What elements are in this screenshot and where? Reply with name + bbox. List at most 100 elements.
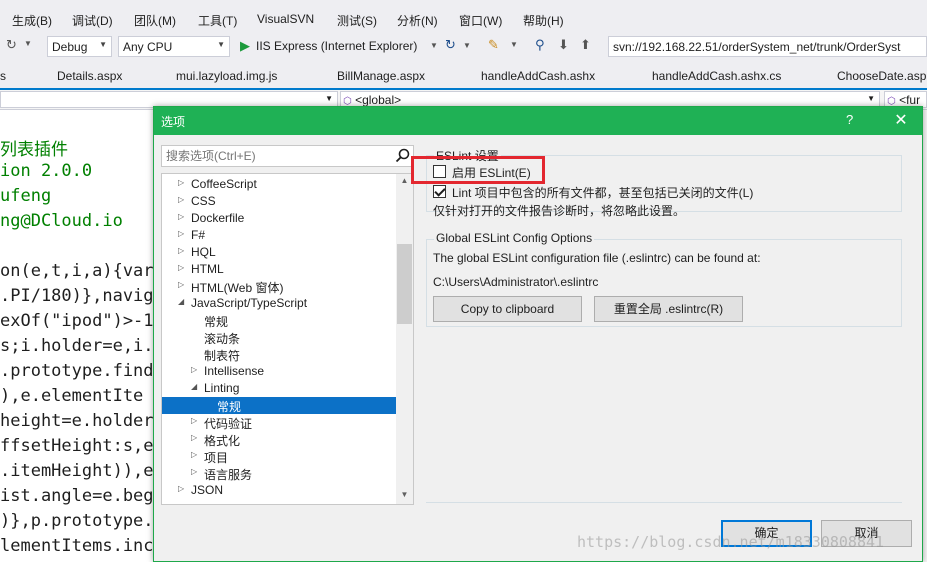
eslintrc-path: C:\Users\Administrator\.eslintrc [433, 275, 599, 289]
tree-scrollbar[interactable]: ▲ ▼ [396, 174, 413, 504]
browser-link-icon[interactable]: ✎ [488, 37, 499, 53]
refresh-dropdown-icon[interactable]: ▼ [463, 41, 471, 50]
expand-arrow-icon[interactable]: ▷ [178, 246, 184, 255]
tree-item-linting-general[interactable]: 常规 [162, 397, 396, 414]
platform-select[interactable]: Any CPU ▼ [118, 36, 230, 57]
menu-help[interactable]: 帮助(H) [523, 12, 564, 29]
redo-dropdown-icon[interactable]: ▼ [24, 39, 32, 48]
tree-item-css[interactable]: ▷ CSS [162, 193, 396, 210]
tree-item-label: 制表符 [204, 349, 241, 363]
code-line: ng@DCloud.io [0, 211, 123, 231]
play-icon[interactable]: ▶ [240, 38, 250, 54]
menu-team[interactable]: 团队(M) [134, 12, 176, 29]
expand-arrow-icon[interactable]: ▷ [178, 280, 184, 289]
svn-url-value: svn://192.168.22.51/orderSystem_net/trun… [613, 40, 901, 54]
tree-item-label: 常规 [217, 400, 242, 414]
help-button[interactable]: ? [846, 112, 853, 127]
tree-item-hql[interactable]: ▷ HQL [162, 244, 396, 261]
find-icon[interactable]: ⚲ [535, 37, 545, 53]
config-select[interactable]: Debug ▼ [47, 36, 112, 57]
expand-arrow-icon[interactable]: ▷ [191, 365, 197, 374]
tree-item-code-validation[interactable]: ▷ 代码验证 [162, 414, 396, 431]
tree-item-intellisense[interactable]: ▷ Intellisense [162, 363, 396, 380]
tab-handleaddcash-cs[interactable]: handleAddCash.ashx.cs [652, 69, 781, 83]
scroll-down-icon[interactable]: ▼ [396, 490, 413, 499]
upload-icon[interactable]: ⬆ [580, 37, 591, 53]
tree-item-javascript-typescript[interactable]: ◢ JavaScript/TypeScript [162, 295, 396, 312]
run-target-button[interactable]: IIS Express (Internet Explorer) [256, 39, 417, 53]
lint-all-files-checkbox[interactable] [433, 185, 446, 198]
tab-mui-lazyload[interactable]: mui.lazyload.img.js [176, 69, 277, 83]
menu-analyze[interactable]: 分析(N) [397, 12, 438, 29]
refresh-icon[interactable]: ↻ [445, 37, 456, 53]
tree-item-project[interactable]: ▷ 项目 [162, 448, 396, 465]
member-value: <fur [899, 93, 921, 107]
run-target-dropdown-icon[interactable]: ▼ [430, 41, 438, 50]
dialog-title: 选项 [161, 115, 186, 129]
search-input[interactable] [162, 146, 390, 166]
tree-item-html-webforms[interactable]: ▷ HTML(Web 窗体) [162, 278, 396, 295]
copy-to-clipboard-button[interactable]: Copy to clipboard [433, 296, 582, 322]
toolbar: ↻ ▼ Debug ▼ Any CPU ▼ ▶ IIS Express (Int… [0, 32, 927, 62]
tree-item-fsharp[interactable]: ▷ F# [162, 227, 396, 244]
scroll-thumb[interactable] [397, 244, 412, 324]
expand-arrow-icon[interactable]: ▷ [191, 450, 197, 459]
code-line: .PI/180)},navig [0, 286, 154, 306]
tree-item-label: CSS [191, 194, 216, 208]
close-button[interactable]: ✕ [889, 110, 913, 132]
watermark: https://blog.csdn.net/m18330808841 [577, 533, 885, 551]
menu-build[interactable]: 生成(B) [12, 12, 52, 29]
search-icon[interactable] [394, 147, 412, 165]
menu-bar: 生成(B) 调试(D) 团队(M) 工具(T) VisualSVN 测试(S) … [0, 6, 927, 32]
tree-item-html[interactable]: ▷ HTML [162, 261, 396, 278]
tab-handleaddcash-ashx[interactable]: handleAddCash.ashx [481, 69, 595, 83]
download-icon[interactable]: ⬇ [558, 37, 569, 53]
tree-item-linting[interactable]: ◢ Linting [162, 380, 396, 397]
tab-details-aspx[interactable]: Details.aspx [57, 69, 122, 83]
reset-global-eslintrc-button[interactable]: 重置全局 .eslintrc(R) [594, 296, 743, 322]
tree-item-label: JSON [191, 483, 224, 497]
chevron-down-icon: ▼ [867, 94, 875, 103]
expand-arrow-icon[interactable]: ▷ [178, 484, 184, 493]
footer-divider [426, 502, 902, 503]
tree-item-js-scrollbars[interactable]: 滚动条 [162, 329, 396, 346]
tab-choosedate[interactable]: ChooseDate.asp [837, 69, 926, 83]
tree-item-formatting[interactable]: ▷ 格式化 [162, 431, 396, 448]
lint-all-files-label: Lint 项目中包含的所有文件都，甚至包括已关闭的文件(L) [452, 186, 754, 200]
browser-link-dropdown-icon[interactable]: ▼ [510, 40, 518, 49]
tree-item-label: 格式化 [204, 434, 241, 448]
tree-item-json[interactable]: ▷ JSON [162, 482, 396, 499]
code-editor[interactable]: 列表插件 ion 2.0.0 ufeng ng@DCloud.io on(e,t… [0, 110, 160, 562]
collapse-arrow-icon[interactable]: ◢ [191, 382, 197, 391]
expand-arrow-icon[interactable]: ▷ [178, 263, 184, 272]
tree-item-js-tabs[interactable]: 制表符 [162, 346, 396, 363]
menu-test[interactable]: 测试(S) [337, 12, 377, 29]
options-dialog: 选项 ? ✕ ▷ CoffeeScript ▷ CSS ▷ Dockerfile… [153, 106, 923, 562]
expand-arrow-icon[interactable]: ▷ [191, 467, 197, 476]
expand-arrow-icon[interactable]: ▷ [178, 195, 184, 204]
code-line: .prototype.find [0, 361, 154, 381]
tree-item-js-general[interactable]: 常规 [162, 312, 396, 329]
expand-arrow-icon[interactable]: ▷ [178, 229, 184, 238]
tab-partial[interactable]: s [0, 69, 6, 83]
code-line: s;i.holder=e,i. [0, 336, 154, 356]
tree-item-dockerfile[interactable]: ▷ Dockerfile [162, 210, 396, 227]
redo-icon[interactable]: ↻ [6, 37, 17, 53]
menu-window[interactable]: 窗口(W) [459, 12, 502, 29]
tab-billmanage[interactable]: BillManage.aspx [337, 69, 425, 83]
tree-item-label: HQL [191, 245, 216, 259]
expand-arrow-icon[interactable]: ▷ [191, 416, 197, 425]
svn-url-field[interactable]: svn://192.168.22.51/orderSystem_net/trun… [608, 36, 927, 57]
expand-arrow-icon[interactable]: ▷ [178, 212, 184, 221]
menu-visualsvn[interactable]: VisualSVN [257, 12, 314, 26]
tree-item-language-service[interactable]: ▷ 语言服务 [162, 465, 396, 482]
code-line: .itemHeight)),e [0, 461, 154, 481]
tree-item-coffeescript[interactable]: ▷ CoffeeScript [162, 176, 396, 193]
dialog-title-bar[interactable]: 选项 ? ✕ [154, 107, 922, 135]
menu-debug[interactable]: 调试(D) [72, 12, 113, 29]
expand-arrow-icon[interactable]: ▷ [191, 433, 197, 442]
tree-item-label: 代码验证 [204, 417, 253, 431]
menu-tools[interactable]: 工具(T) [198, 12, 237, 29]
expand-arrow-icon[interactable]: ▷ [178, 178, 184, 187]
collapse-arrow-icon[interactable]: ◢ [178, 297, 184, 306]
